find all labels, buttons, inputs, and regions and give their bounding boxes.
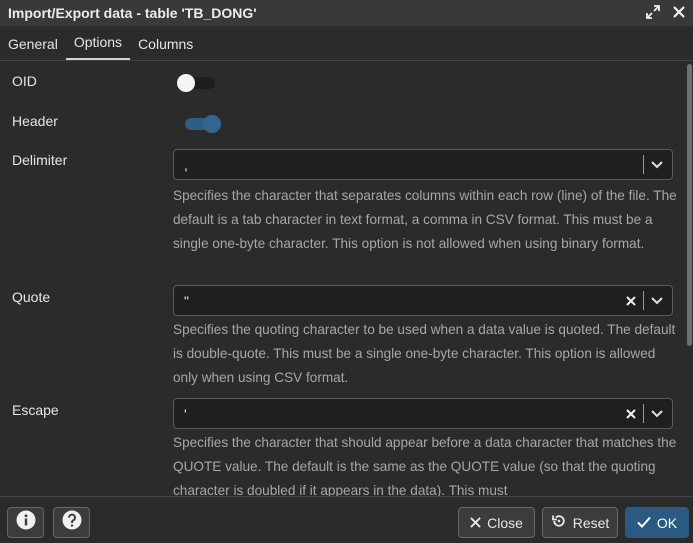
clear-icon[interactable] bbox=[623, 295, 639, 306]
escape-select[interactable]: ' bbox=[173, 398, 673, 429]
scrollbar-thumb[interactable] bbox=[687, 64, 692, 346]
ok-button-label: OK bbox=[656, 514, 678, 531]
select-separator bbox=[643, 291, 644, 310]
close-icon[interactable] bbox=[671, 4, 687, 20]
quote-label: Quote bbox=[12, 289, 51, 305]
ok-button[interactable]: OK bbox=[625, 507, 689, 538]
help-icon bbox=[62, 510, 82, 535]
select-separator bbox=[643, 155, 644, 174]
delimiter-label: Delimiter bbox=[12, 152, 68, 168]
clear-icon[interactable] bbox=[623, 408, 639, 419]
close-icon bbox=[470, 515, 481, 531]
close-button[interactable]: Close bbox=[458, 507, 535, 538]
escape-label: Escape bbox=[12, 402, 59, 418]
tab-general[interactable]: General bbox=[0, 25, 66, 60]
close-button-label: Close bbox=[487, 514, 523, 531]
tab-bar: General Options Columns bbox=[0, 26, 693, 61]
chevron-down-icon[interactable] bbox=[650, 160, 664, 169]
escape-help: Specifies the character that should appe… bbox=[173, 435, 677, 496]
quote-value: " bbox=[184, 292, 189, 309]
help-button[interactable] bbox=[53, 507, 90, 538]
reset-icon bbox=[551, 513, 567, 532]
escape-value: ' bbox=[184, 405, 187, 422]
tab-columns[interactable]: Columns bbox=[130, 25, 201, 60]
dialog-footer: Close Reset OK bbox=[0, 496, 693, 543]
quote-select[interactable]: " bbox=[173, 285, 673, 316]
select-separator bbox=[643, 404, 644, 423]
chevron-down-icon[interactable] bbox=[650, 409, 664, 418]
options-panel: OID Header Delimiter , Specifies the cha… bbox=[0, 61, 686, 496]
dialog-title: Import/Export data - table 'TB_DONG' bbox=[8, 5, 257, 21]
info-icon bbox=[16, 510, 36, 535]
delimiter-help: Specifies the character that separates c… bbox=[173, 188, 677, 251]
delimiter-select[interactable]: , bbox=[173, 149, 673, 180]
expand-icon[interactable] bbox=[645, 4, 661, 20]
delimiter-value: , bbox=[184, 156, 188, 173]
check-icon bbox=[637, 515, 651, 531]
reset-button-label: Reset bbox=[572, 514, 610, 531]
header-label: Header bbox=[12, 113, 58, 129]
info-button[interactable] bbox=[7, 507, 44, 538]
quote-help: Specifies the quoting character to be us… bbox=[173, 322, 676, 385]
tab-options[interactable]: Options bbox=[65, 25, 131, 60]
oid-toggle[interactable] bbox=[175, 71, 215, 93]
oid-label: OID bbox=[12, 73, 37, 89]
header-toggle[interactable] bbox=[181, 112, 221, 134]
scrollbar[interactable] bbox=[687, 61, 692, 496]
reset-button[interactable]: Reset bbox=[542, 507, 618, 538]
chevron-down-icon[interactable] bbox=[650, 296, 664, 305]
dialog-titlebar: Import/Export data - table 'TB_DONG' bbox=[0, 0, 693, 26]
